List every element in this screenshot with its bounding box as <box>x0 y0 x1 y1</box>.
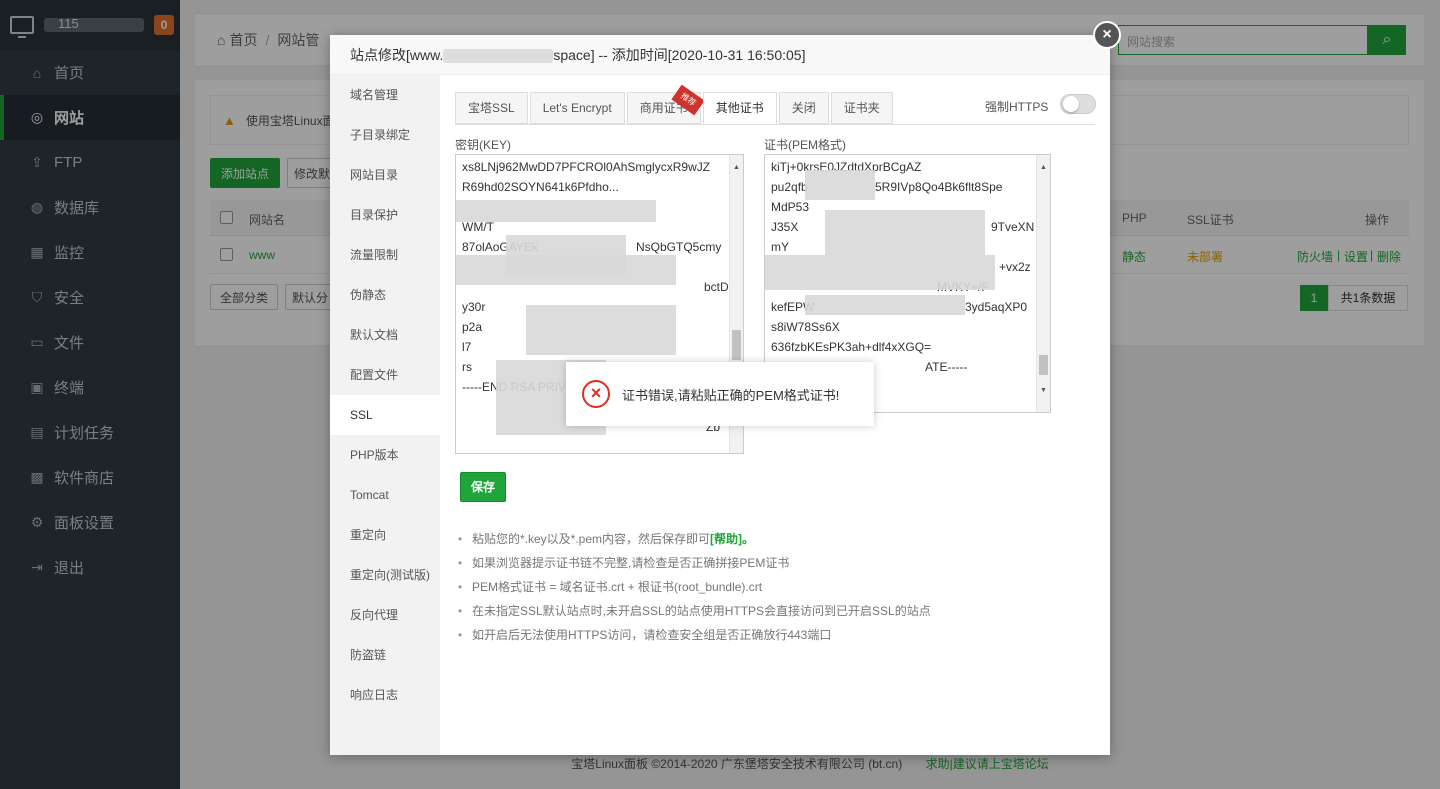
blur-mask <box>526 305 676 355</box>
cert-fragment: +vx2z <box>999 260 1031 274</box>
tip-item: 粘贴您的*.key以及*.pem内容，然后保存即可[帮助]。 <box>458 527 1078 551</box>
key-fragment: bctD <box>704 280 729 294</box>
ssl-tab-label: 关闭 <box>791 101 816 115</box>
scroll-down-icon[interactable]: ▼ <box>1040 381 1047 401</box>
blur-mask <box>805 170 875 200</box>
cert-label: 证书(PEM格式) <box>764 138 846 152</box>
error-icon: × <box>582 380 610 408</box>
ssl-tab[interactable]: 关闭 <box>778 92 829 124</box>
modal-menu-item[interactable]: 网站目录 <box>330 155 440 195</box>
modal-menu-item[interactable]: 防盗链 <box>330 635 440 675</box>
cert-fragment: 9TveXN <box>991 220 1035 234</box>
modal-title-prefix: 站点修改[www. <box>350 47 444 63</box>
text-line: R69hd02SOYN641k6Pfdho... <box>462 180 619 194</box>
tip-text: PEM格式证书 = 域名证书.crt + 根证书(root_bundle).cr… <box>472 580 763 594</box>
modal-menu-item[interactable]: 目录保护 <box>330 195 440 235</box>
modal-menu-item[interactable]: 域名管理 <box>330 75 440 115</box>
modal-menu-item[interactable]: 默认文档 <box>330 315 440 355</box>
modal-menu-item[interactable]: 重定向(测试版) <box>330 555 440 595</box>
force-https-label: 强制HTTPS <box>985 100 1049 114</box>
ssl-tab[interactable]: Let's Encrypt <box>529 92 625 124</box>
ssl-tabs: 宝塔SSL Let's Encrypt 商用证书 推荐 其他证书 关闭 证书夹 <box>455 84 895 126</box>
close-icon[interactable]: × <box>1093 21 1121 49</box>
modal-menu-item[interactable]: 流量限制 <box>330 235 440 275</box>
key-fragment: NsQbGTQ5cmy <box>636 240 722 254</box>
scroll-thumb[interactable] <box>732 330 741 360</box>
modal-menu-item[interactable]: 子目录绑定 <box>330 115 440 155</box>
force-https-toggle[interactable] <box>1060 94 1096 114</box>
modal-menu-item[interactable]: SSL <box>330 395 440 435</box>
save-button[interactable]: 保存 <box>460 472 506 502</box>
modal-menu-item[interactable]: 伪静态 <box>330 275 440 315</box>
scroll-up-icon[interactable]: ▲ <box>733 158 740 178</box>
ssl-tips-list: 粘贴您的*.key以及*.pem内容，然后保存即可[帮助]。如果浏览器提示证书链… <box>458 527 1078 647</box>
blur-mask <box>456 200 656 222</box>
ssl-tab[interactable]: 其他证书 <box>702 92 777 124</box>
tip-item: 如果浏览器提示证书链不完整,请检查是否正确拼接PEM证书 <box>458 551 1078 575</box>
scroll-up-icon[interactable]: ▲ <box>1040 158 1047 178</box>
ssl-tab[interactable]: 商用证书 推荐 <box>626 84 705 124</box>
tip-text: 如开启后无法使用HTTPS访问，请检查安全组是否正确放行443端口 <box>472 628 832 642</box>
ssl-tab-label: Let's Encrypt <box>542 101 612 115</box>
error-toast: × 证书错误,请粘贴正确的PEM格式证书! <box>566 362 874 426</box>
modal-menu-item[interactable]: 反向代理 <box>330 595 440 635</box>
modal-menu-item[interactable]: 响应日志 <box>330 675 440 715</box>
tip-text: 如果浏览器提示证书链不完整,请检查是否正确拼接PEM证书 <box>472 556 790 570</box>
blur-mask <box>765 255 995 290</box>
text-line: s8iW78Ss6X <box>771 320 840 334</box>
cert-fragment: 3yd5aqXP0 <box>965 300 1028 314</box>
cert-fragment: 5R9IVp8Qo4Bk6flt8Spe <box>875 180 1003 194</box>
tip-text: 粘贴您的*.key以及*.pem内容，然后保存即可 <box>472 532 711 546</box>
ssl-tab-label: 宝塔SSL <box>468 101 515 115</box>
blur-mask <box>456 255 676 285</box>
blur-mask <box>825 210 985 255</box>
cert-scrollbar[interactable]: ▲ ▼ <box>1036 155 1050 412</box>
tab-underline <box>455 124 1095 125</box>
modal-title-suffix: space] -- 添加时间[2020-10-31 16:50:05] <box>553 47 806 63</box>
modal-menu-item[interactable]: 配置文件 <box>330 355 440 395</box>
modal-menu-item[interactable]: Tomcat <box>330 475 440 515</box>
error-message: 证书错误,请粘贴正确的PEM格式证书! <box>622 387 840 403</box>
help-link[interactable]: [帮助]。 <box>710 532 754 546</box>
modal-menu-item[interactable]: PHP版本 <box>330 435 440 475</box>
tip-item: 如开启后无法使用HTTPS访问，请检查安全组是否正确放行443端口 <box>458 623 1078 647</box>
modal-side-menu: 域名管理 子目录绑定 网站目录 目录保护 流量限制 伪静态 默认文档 配置文件 SSL PHP版本… <box>330 75 440 755</box>
ssl-tab-label: 其他证书 <box>715 101 764 115</box>
tip-item: 在未指定SSL默认站点时,未开启SSL的站点使用HTTPS会直接访问到已开启SS… <box>458 599 1078 623</box>
cert-fragment: ATE----- <box>925 360 968 374</box>
text-line: xs8LNj962MwDD7PFCROl0AhSmglycxR9wJZ <box>462 160 711 174</box>
tip-item: PEM格式证书 = 域名证书.crt + 根证书(root_bundle).cr… <box>458 575 1078 599</box>
text-line: 636fzbKEsPK3ah+dlf4xXGQ= <box>771 340 932 354</box>
key-label: 密钥(KEY) <box>455 138 512 152</box>
blur-mask <box>805 295 965 315</box>
modal-title: 站点修改[www. space] -- 添加时间[2020-10-31 16:50… <box>330 35 1110 75</box>
modal-menu-item[interactable]: 重定向 <box>330 515 440 555</box>
domain-masked <box>443 49 554 64</box>
scroll-thumb[interactable] <box>1039 355 1048 375</box>
ssl-tab[interactable]: 证书夹 <box>830 92 893 124</box>
ssl-tab[interactable]: 宝塔SSL <box>455 92 528 124</box>
tip-text: 在未指定SSL默认站点时,未开启SSL的站点使用HTTPS会直接访问到已开启SS… <box>472 604 931 618</box>
ssl-tab-label: 证书夹 <box>843 101 880 115</box>
